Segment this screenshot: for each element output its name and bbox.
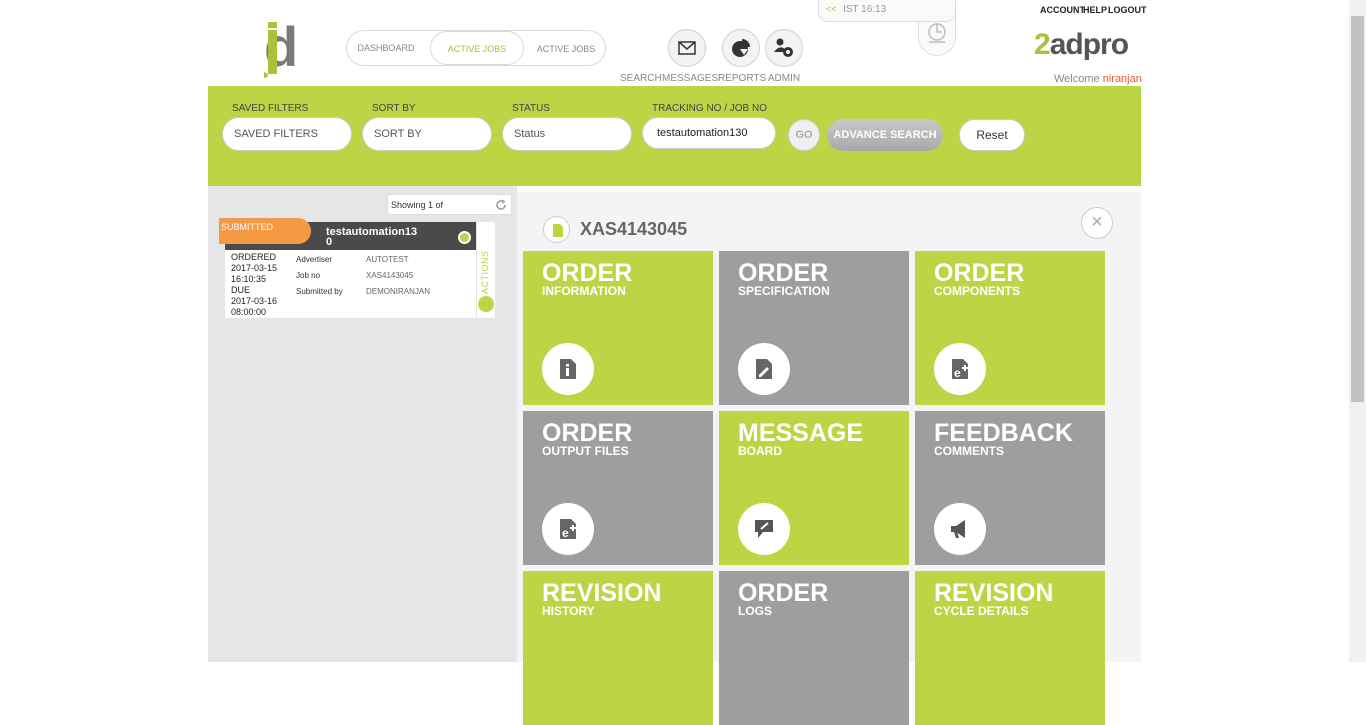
close-button[interactable]: × <box>1081 207 1113 239</box>
submitted-by-key: Submitted by <box>296 287 343 296</box>
globe-icon <box>928 23 946 43</box>
status-select[interactable]: Status <box>502 117 632 151</box>
tile-title: ORDER <box>542 259 633 287</box>
tile-order-specification[interactable]: ORDER SPECIFICATION <box>719 251 909 405</box>
advertiser-key: Advertiser <box>296 255 333 264</box>
welcome-message: Welcome niranjan <box>1054 73 1142 85</box>
due-label: DUE <box>231 285 251 295</box>
admin-button[interactable] <box>765 29 803 67</box>
advertiser-value: AUTOTEST <box>366 255 409 264</box>
tile-subtitle: HISTORY <box>542 604 595 618</box>
job-no-value: XAS4143045 <box>366 271 414 280</box>
sort-by-label: SORT BY <box>372 103 416 114</box>
saved-filters-label: SAVED FILTERS <box>232 103 309 114</box>
tile-subtitle: INFORMATION <box>542 284 626 298</box>
tile-order-logs[interactable]: ORDER LOGS <box>719 571 909 725</box>
pie-chart-icon <box>732 39 750 57</box>
advance-search-button[interactable]: ADVANCE SEARCH <box>827 119 943 151</box>
info-doc-icon <box>542 343 594 395</box>
account-link[interactable]: ACCOUNT <box>1040 5 1085 15</box>
tile-subtitle: OUTPUT FILES <box>542 444 629 458</box>
tab-active-jobs-secondary[interactable]: ACTIVE JOBS <box>533 32 599 66</box>
status-label: STATUS <box>512 103 550 114</box>
job-title[interactable]: testautomation13 0 <box>326 227 426 248</box>
ordered-date: 2017-03-15 <box>231 263 278 273</box>
select-job-checkbox[interactable] <box>458 231 471 244</box>
main-nav: DASHBOARD ACTIVE JOBS ACTIVE JOBS <box>346 30 606 66</box>
actions-label: ACTIONS <box>480 250 490 294</box>
status-badge: SUBMITTED <box>219 218 311 244</box>
showing-count: Showing 1 of <box>387 194 512 215</box>
jd-logo[interactable]: d <box>262 20 326 78</box>
output-doc-icon: e <box>542 503 594 555</box>
tile-subtitle: LOGS <box>738 604 773 618</box>
logout-link[interactable]: LOGOUT <box>1108 5 1147 15</box>
help-link[interactable]: HELP <box>1083 5 1107 15</box>
go-button[interactable]: GO <box>788 119 820 151</box>
messages-label[interactable]: MESSAGES <box>662 73 718 84</box>
reports-label[interactable]: REPORTS <box>718 73 766 84</box>
tracking-label: TRACKING NO / JOB NO <box>652 103 768 114</box>
tile-revision-cycle-details[interactable]: REVISION CYCLE DETAILS <box>915 571 1105 725</box>
ordered-label: ORDERED <box>231 252 277 262</box>
job-no-key: Job no <box>296 271 321 280</box>
tile-order-components[interactable]: ORDER COMPONENTS e <box>915 251 1105 405</box>
submitted-by-value: DEMONIRANJAN <box>366 287 431 296</box>
reset-button[interactable]: Reset <box>959 119 1025 151</box>
brand-logo-text: adpro <box>1049 28 1129 61</box>
tile-title: MESSAGE <box>738 419 864 447</box>
clock-collapse-arrows[interactable]: << <box>826 4 837 14</box>
tile-title: ORDER <box>738 579 829 607</box>
due-time: 08:00:00 <box>231 307 267 317</box>
tile-order-output-files[interactable]: ORDER OUTPUT FILES e <box>523 411 713 565</box>
admin-label[interactable]: ADMIN <box>765 73 803 84</box>
mail-icon <box>678 41 696 55</box>
tile-title: ORDER <box>934 259 1025 287</box>
tile-subtitle: CYCLE DETAILS <box>934 604 1029 618</box>
brand-logo: 2adpro <box>1034 28 1129 62</box>
refresh-icon[interactable] <box>495 199 507 211</box>
tile-subtitle: BOARD <box>738 444 782 458</box>
messages-button[interactable] <box>668 29 706 67</box>
due-date: 2017-03-16 <box>231 296 278 306</box>
message-board-icon <box>738 503 790 555</box>
clock-panel: << IST 16:13 <box>818 0 956 22</box>
megaphone-icon <box>934 503 986 555</box>
svg-text:e: e <box>954 366 961 380</box>
clock-time: IST 16:13 <box>843 4 887 15</box>
brand-logo-number: 2 <box>1034 28 1051 61</box>
tab-active-jobs[interactable]: ACTIVE JOBS <box>430 31 524 65</box>
order-id: XAS4143045 <box>580 219 688 239</box>
tile-title: ORDER <box>738 259 829 287</box>
showing-text: Showing 1 of <box>391 200 444 210</box>
document-icon <box>543 216 570 243</box>
tile-subtitle: COMPONENTS <box>934 284 1021 298</box>
user-name-link[interactable]: niranjan <box>1103 73 1142 85</box>
actions-strip[interactable]: ACTIONS <box>476 222 495 318</box>
tile-order-information[interactable]: ORDER INFORMATION <box>523 251 713 405</box>
welcome-prefix: Welcome <box>1054 73 1100 85</box>
tile-message-board[interactable]: MESSAGE BOARD <box>719 411 909 565</box>
tracking-input[interactable]: testautomation130 <box>642 117 776 149</box>
tile-title: ORDER <box>542 419 633 447</box>
ordered-time: 16:10:35 <box>231 274 267 284</box>
sort-by-select[interactable]: SORT BY <box>362 117 492 151</box>
search-label[interactable]: SEARCH <box>620 73 662 84</box>
edit-doc-icon <box>738 343 790 395</box>
page-scrollbar-thumb[interactable] <box>1351 16 1364 402</box>
users-gear-icon <box>774 38 793 57</box>
actions-menu-icon[interactable] <box>478 296 494 312</box>
svg-text:e: e <box>562 526 569 540</box>
tile-subtitle: SPECIFICATION <box>738 284 830 298</box>
tile-revision-history[interactable]: REVISION HISTORY <box>523 571 713 725</box>
reports-button[interactable] <box>722 29 760 67</box>
add-doc-icon: e <box>934 343 986 395</box>
tile-title: REVISION <box>934 579 1054 607</box>
saved-filters-select[interactable]: SAVED FILTERS <box>222 117 352 151</box>
tile-subtitle: COMMENTS <box>934 444 1004 458</box>
tile-title: REVISION <box>542 579 662 607</box>
tab-dashboard[interactable]: DASHBOARD <box>355 31 417 65</box>
tile-feedback-comments[interactable]: FEEDBACK COMMENTS <box>915 411 1105 565</box>
tile-title: FEEDBACK <box>934 419 1073 447</box>
